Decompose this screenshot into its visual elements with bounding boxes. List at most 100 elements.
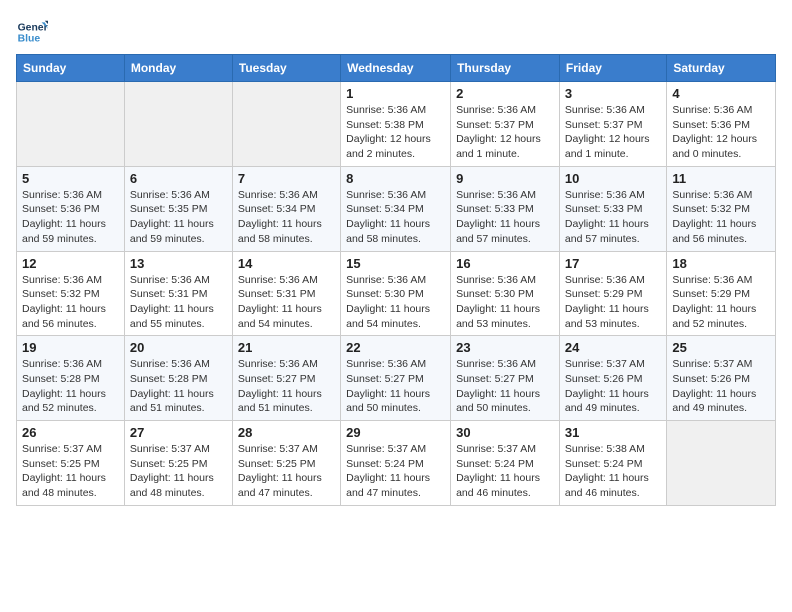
calendar-cell: 25 Sunrise: 5:37 AM Sunset: 5:26 PM Dayli… <box>667 336 776 421</box>
calendar-cell: 5 Sunrise: 5:36 AM Sunset: 5:36 PM Daylig… <box>17 166 125 251</box>
calendar-cell: 1 Sunrise: 5:36 AM Sunset: 5:38 PM Daylig… <box>341 82 451 167</box>
dow-header: Sunday <box>17 55 125 82</box>
day-info: Sunrise: 5:37 AM Sunset: 5:25 PM Dayligh… <box>22 442 119 501</box>
calendar-week-row: 26 Sunrise: 5:37 AM Sunset: 5:25 PM Dayli… <box>17 421 776 506</box>
calendar-cell: 13Sunrise: 5:36 AM Sunset: 5:31 PM Dayli… <box>124 251 232 336</box>
day-number: 13 <box>130 256 227 271</box>
day-number: 1 <box>346 86 445 101</box>
calendar-cell: 17 Sunrise: 5:36 AM Sunset: 5:29 PM Dayli… <box>559 251 666 336</box>
day-number: 27 <box>130 425 227 440</box>
day-info: Sunrise: 5:36 AM Sunset: 5:34 PM Dayligh… <box>238 188 335 247</box>
day-number: 14 <box>238 256 335 271</box>
day-number: 31 <box>565 425 661 440</box>
calendar-cell: 2 Sunrise: 5:36 AM Sunset: 5:37 PM Daylig… <box>451 82 560 167</box>
day-number: 20 <box>130 340 227 355</box>
calendar-week-row: 1 Sunrise: 5:36 AM Sunset: 5:38 PM Daylig… <box>17 82 776 167</box>
day-number: 25 <box>672 340 770 355</box>
day-number: 7 <box>238 171 335 186</box>
calendar-cell: 6 Sunrise: 5:36 AM Sunset: 5:35 PM Daylig… <box>124 166 232 251</box>
day-number: 16 <box>456 256 554 271</box>
calendar-cell: 11Sunrise: 5:36 AM Sunset: 5:32 PM Dayli… <box>667 166 776 251</box>
day-number: 29 <box>346 425 445 440</box>
calendar-table: SundayMondayTuesdayWednesdayThursdayFrid… <box>16 54 776 506</box>
calendar-cell: 30 Sunrise: 5:37 AM Sunset: 5:24 PM Dayli… <box>451 421 560 506</box>
calendar-cell: 8 Sunrise: 5:36 AM Sunset: 5:34 PM Daylig… <box>341 166 451 251</box>
day-info: Sunrise: 5:36 AM Sunset: 5:28 PM Dayligh… <box>130 357 227 416</box>
day-info: Sunrise: 5:36 AM Sunset: 5:35 PM Dayligh… <box>130 188 227 247</box>
day-info: Sunrise: 5:37 AM Sunset: 5:24 PM Dayligh… <box>456 442 554 501</box>
day-info: Sunrise: 5:36 AM Sunset: 5:27 PM Dayligh… <box>346 357 445 416</box>
calendar-cell: 31 Sunrise: 5:38 AM Sunset: 5:24 PM Dayli… <box>559 421 666 506</box>
calendar-cell: 9 Sunrise: 5:36 AM Sunset: 5:33 PM Daylig… <box>451 166 560 251</box>
day-number: 12 <box>22 256 119 271</box>
day-info: Sunrise: 5:36 AM Sunset: 5:29 PM Dayligh… <box>672 273 770 332</box>
day-info: Sunrise: 5:36 AM Sunset: 5:27 PM Dayligh… <box>456 357 554 416</box>
calendar-cell <box>17 82 125 167</box>
calendar-cell: 4 Sunrise: 5:36 AM Sunset: 5:36 PM Daylig… <box>667 82 776 167</box>
logo-icon: General Blue <box>16 16 48 48</box>
calendar-cell: 15Sunrise: 5:36 AM Sunset: 5:30 PM Dayli… <box>341 251 451 336</box>
day-info: Sunrise: 5:36 AM Sunset: 5:32 PM Dayligh… <box>22 273 119 332</box>
day-info: Sunrise: 5:36 AM Sunset: 5:37 PM Dayligh… <box>565 103 661 162</box>
calendar-cell: 19 Sunrise: 5:36 AM Sunset: 5:28 PM Dayli… <box>17 336 125 421</box>
day-info: Sunrise: 5:38 AM Sunset: 5:24 PM Dayligh… <box>565 442 661 501</box>
calendar-cell <box>667 421 776 506</box>
day-number: 28 <box>238 425 335 440</box>
calendar-cell <box>124 82 232 167</box>
calendar-cell: 3 Sunrise: 5:36 AM Sunset: 5:37 PM Daylig… <box>559 82 666 167</box>
calendar-cell: 26 Sunrise: 5:37 AM Sunset: 5:25 PM Dayli… <box>17 421 125 506</box>
days-of-week-row: SundayMondayTuesdayWednesdayThursdayFrid… <box>17 55 776 82</box>
day-number: 21 <box>238 340 335 355</box>
dow-header: Tuesday <box>232 55 340 82</box>
calendar-cell: 21Sunrise: 5:36 AM Sunset: 5:27 PM Dayli… <box>232 336 340 421</box>
day-number: 5 <box>22 171 119 186</box>
calendar-cell: 14 Sunrise: 5:36 AM Sunset: 5:31 PM Dayli… <box>232 251 340 336</box>
calendar-cell: 10Sunrise: 5:36 AM Sunset: 5:33 PM Dayli… <box>559 166 666 251</box>
day-number: 9 <box>456 171 554 186</box>
day-number: 6 <box>130 171 227 186</box>
dow-header: Monday <box>124 55 232 82</box>
day-number: 30 <box>456 425 554 440</box>
calendar-cell: 7 Sunrise: 5:36 AM Sunset: 5:34 PM Daylig… <box>232 166 340 251</box>
day-number: 3 <box>565 86 661 101</box>
day-info: Sunrise: 5:36 AM Sunset: 5:31 PM Dayligh… <box>238 273 335 332</box>
day-number: 24 <box>565 340 661 355</box>
day-info: Sunrise: 5:36 AM Sunset: 5:37 PM Dayligh… <box>456 103 554 162</box>
calendar-cell: 22 Sunrise: 5:36 AM Sunset: 5:27 PM Dayli… <box>341 336 451 421</box>
day-info: Sunrise: 5:37 AM Sunset: 5:26 PM Dayligh… <box>565 357 661 416</box>
day-info: Sunrise: 5:36 AM Sunset: 5:33 PM Dayligh… <box>565 188 661 247</box>
day-number: 19 <box>22 340 119 355</box>
calendar-cell: 28 Sunrise: 5:37 AM Sunset: 5:25 PM Dayli… <box>232 421 340 506</box>
day-number: 18 <box>672 256 770 271</box>
day-info: Sunrise: 5:36 AM Sunset: 5:33 PM Dayligh… <box>456 188 554 247</box>
day-number: 8 <box>346 171 445 186</box>
day-info: Sunrise: 5:36 AM Sunset: 5:29 PM Dayligh… <box>565 273 661 332</box>
day-info: Sunrise: 5:37 AM Sunset: 5:24 PM Dayligh… <box>346 442 445 501</box>
calendar-cell: 29 Sunrise: 5:37 AM Sunset: 5:24 PM Dayli… <box>341 421 451 506</box>
day-info: Sunrise: 5:36 AM Sunset: 5:34 PM Dayligh… <box>346 188 445 247</box>
day-info: Sunrise: 5:37 AM Sunset: 5:25 PM Dayligh… <box>130 442 227 501</box>
calendar-body: 1 Sunrise: 5:36 AM Sunset: 5:38 PM Daylig… <box>17 82 776 506</box>
calendar-week-row: 19 Sunrise: 5:36 AM Sunset: 5:28 PM Dayli… <box>17 336 776 421</box>
day-info: Sunrise: 5:37 AM Sunset: 5:25 PM Dayligh… <box>238 442 335 501</box>
day-number: 17 <box>565 256 661 271</box>
calendar-cell: 24 Sunrise: 5:37 AM Sunset: 5:26 PM Dayli… <box>559 336 666 421</box>
day-info: Sunrise: 5:36 AM Sunset: 5:36 PM Dayligh… <box>672 103 770 162</box>
day-info: Sunrise: 5:36 AM Sunset: 5:36 PM Dayligh… <box>22 188 119 247</box>
day-info: Sunrise: 5:37 AM Sunset: 5:26 PM Dayligh… <box>672 357 770 416</box>
day-number: 4 <box>672 86 770 101</box>
day-number: 22 <box>346 340 445 355</box>
day-number: 23 <box>456 340 554 355</box>
calendar-week-row: 12 Sunrise: 5:36 AM Sunset: 5:32 PM Dayli… <box>17 251 776 336</box>
calendar-cell: 20 Sunrise: 5:36 AM Sunset: 5:28 PM Dayli… <box>124 336 232 421</box>
day-info: Sunrise: 5:36 AM Sunset: 5:32 PM Dayligh… <box>672 188 770 247</box>
day-number: 26 <box>22 425 119 440</box>
day-info: Sunrise: 5:36 AM Sunset: 5:38 PM Dayligh… <box>346 103 445 162</box>
day-info: Sunrise: 5:36 AM Sunset: 5:30 PM Dayligh… <box>346 273 445 332</box>
day-number: 2 <box>456 86 554 101</box>
day-info: Sunrise: 5:36 AM Sunset: 5:28 PM Dayligh… <box>22 357 119 416</box>
calendar-cell <box>232 82 340 167</box>
calendar-cell: 12 Sunrise: 5:36 AM Sunset: 5:32 PM Dayli… <box>17 251 125 336</box>
svg-text:Blue: Blue <box>18 34 41 45</box>
day-info: Sunrise: 5:36 AM Sunset: 5:30 PM Dayligh… <box>456 273 554 332</box>
